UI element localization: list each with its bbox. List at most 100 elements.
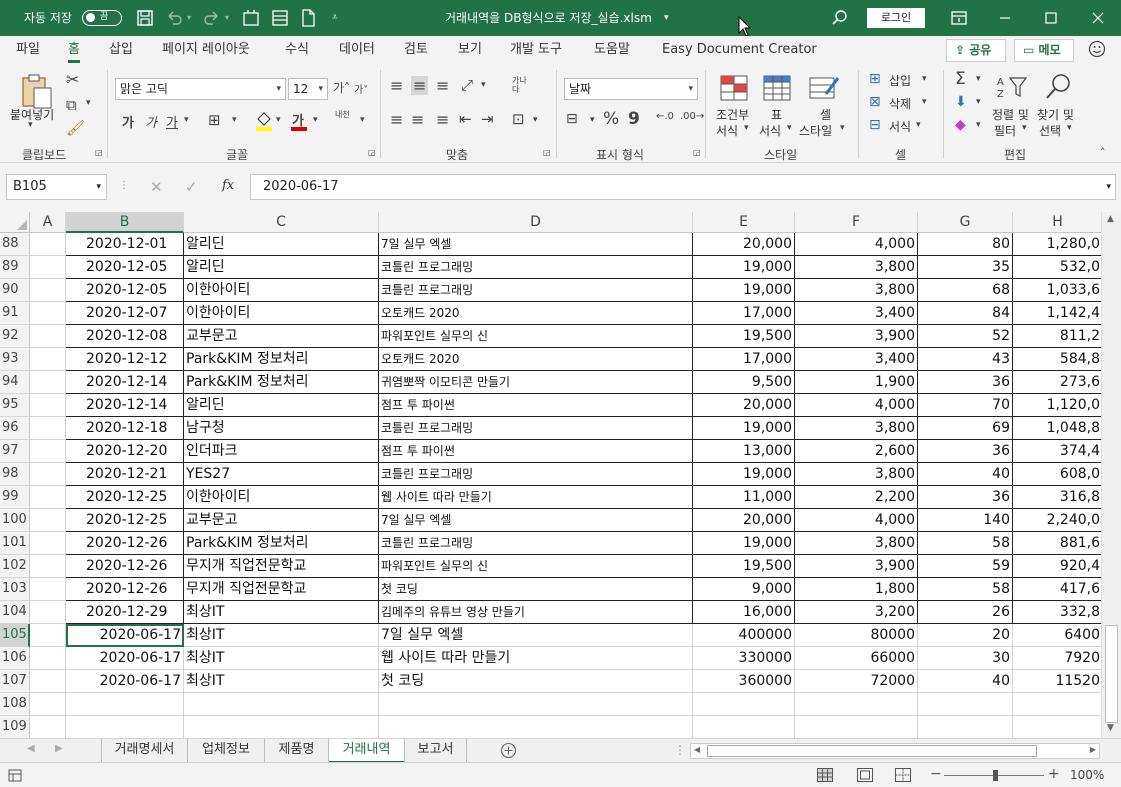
cell-b[interactable]: 2020-12-08 [66, 325, 184, 348]
cell-d[interactable]: 웹 사이트 따라 만들기 [379, 647, 693, 670]
cell-a[interactable] [30, 647, 66, 670]
expand-formula-icon[interactable]: ▾ [1106, 175, 1111, 199]
cell-h[interactable]: 417,6 [1013, 578, 1101, 601]
scroll-up-icon[interactable]: ▲ [1107, 214, 1114, 224]
sheet-tab-company-info[interactable]: 업체정보 [188, 739, 265, 763]
cell-e[interactable]: 400000 [693, 624, 795, 647]
tab-home[interactable]: 홈 [68, 36, 80, 64]
column-header-f[interactable]: F [795, 212, 918, 233]
cell-g[interactable]: 140 [918, 509, 1013, 532]
copy-icon[interactable]: ⧉ [66, 96, 77, 114]
fill-dropdown-icon[interactable]: ▾ [976, 97, 981, 107]
cell-a[interactable] [30, 417, 66, 440]
cell-a[interactable] [30, 555, 66, 578]
undo-dropdown-icon[interactable]: ▾ [187, 0, 191, 36]
sort-filter-label-2[interactable]: 필터 [994, 122, 1016, 139]
cell-e[interactable]: 19,000 [693, 417, 795, 440]
column-header-d[interactable]: D [379, 212, 693, 233]
cell-b[interactable]: 2020-06-17 [66, 670, 184, 693]
sheet-tab-invoice[interactable]: 거래명세서 [101, 739, 188, 763]
cell-d[interactable]: 김메주의 유튜브 영상 만들기 [379, 601, 693, 624]
decrease-decimal-icon[interactable]: .00→ [680, 111, 704, 122]
tab-insert[interactable]: 삽입 [109, 36, 133, 64]
row-header[interactable]: 100 [0, 509, 30, 532]
cell-f[interactable] [795, 716, 918, 738]
close-icon[interactable] [1088, 8, 1108, 28]
select-all-corner[interactable] [0, 212, 30, 233]
cell-h[interactable]: 2,240,0 [1013, 509, 1101, 532]
scroll-down-icon[interactable]: ▼ [1107, 723, 1114, 733]
underline-dropdown-icon[interactable]: ▾ [184, 115, 189, 125]
cell-a[interactable] [30, 601, 66, 624]
cell-c[interactable]: 최상IT [184, 647, 379, 670]
align-right-icon[interactable]: ≡ [436, 110, 449, 129]
cell-styles-icon[interactable] [808, 74, 840, 102]
cell-a[interactable] [30, 325, 66, 348]
cell-h[interactable]: 1,048,8 [1013, 417, 1101, 440]
cell-e[interactable] [693, 716, 795, 738]
cell-a[interactable] [30, 233, 66, 256]
cell-c[interactable]: 교부문고 [184, 509, 379, 532]
row-header[interactable]: 95 [0, 394, 30, 417]
cell-h[interactable]: 1,280,0 [1013, 233, 1101, 256]
cell-h[interactable]: 6400 [1013, 624, 1101, 647]
cell-e[interactable]: 20,000 [693, 233, 795, 256]
row-header[interactable]: 105 [0, 624, 30, 647]
cell-b[interactable]: 2020-12-29 [66, 601, 184, 624]
paste-dropdown-icon[interactable]: ▾ [28, 120, 33, 130]
cell-h[interactable]: 532,0 [1013, 256, 1101, 279]
insert-cells-label[interactable]: 삽입 [889, 72, 911, 89]
login-button[interactable]: 로그인 [867, 8, 925, 28]
row-header[interactable]: 94 [0, 371, 30, 394]
cell-d[interactable]: 오토캐드 2020 [379, 302, 693, 325]
tab-formulas[interactable]: 수식 [285, 36, 309, 64]
merge-dropdown-icon[interactable]: ▾ [533, 115, 538, 125]
zoom-out-icon[interactable]: − [930, 766, 942, 782]
row-header[interactable]: 89 [0, 256, 30, 279]
cell-e[interactable]: 11,000 [693, 486, 795, 509]
cell-a[interactable] [30, 716, 66, 738]
cell-d[interactable]: 첫 코딩 [379, 578, 693, 601]
cell-d[interactable]: 7일 실무 엑셀 [379, 233, 693, 256]
column-header-a[interactable]: A [30, 212, 66, 233]
cell-h[interactable]: 1,120,0 [1013, 394, 1101, 417]
cell-d[interactable]: 코틀린 프로그래밍 [379, 279, 693, 302]
sheet-tab-report[interactable]: 보고서 [405, 739, 467, 763]
cell-a[interactable] [30, 279, 66, 302]
align-center-icon[interactable]: ≡ [411, 110, 424, 129]
cell-c[interactable] [184, 716, 379, 738]
cell-e[interactable]: 330000 [693, 647, 795, 670]
fill-color-icon[interactable] [255, 110, 273, 132]
comments-button[interactable]: ▭ 메모 [1014, 39, 1074, 62]
cancel-icon[interactable]: ✕ [150, 178, 163, 196]
tab-easy-document-creator[interactable]: Easy Document Creator [662, 36, 817, 64]
cell-f[interactable]: 72000 [795, 670, 918, 693]
row-header[interactable]: 106 [0, 647, 30, 670]
vertical-scroll-thumb[interactable] [1105, 625, 1118, 723]
cell-h[interactable]: 7920 [1013, 647, 1101, 670]
align-middle-icon[interactable]: ≡ [411, 76, 429, 95]
cell-a[interactable] [30, 463, 66, 486]
cell-a[interactable] [30, 256, 66, 279]
cell-g[interactable]: 26 [918, 601, 1013, 624]
cell-h[interactable]: 881,6 [1013, 532, 1101, 555]
format-painter-icon[interactable]: 🖌 [66, 119, 85, 137]
column-header-c[interactable]: C [184, 212, 379, 233]
cell-e[interactable]: 9,000 [693, 578, 795, 601]
merge-center-icon[interactable]: ⊡ [512, 110, 525, 128]
cell-g[interactable] [918, 716, 1013, 738]
cell-c[interactable]: 남구청 [184, 417, 379, 440]
row-header[interactable]: 107 [0, 670, 30, 693]
cell-d[interactable] [379, 693, 693, 716]
cell-f[interactable]: 1,900 [795, 371, 918, 394]
title-dropdown-icon[interactable]: ▾ [664, 0, 669, 36]
search-icon[interactable] [830, 8, 850, 28]
cell-g[interactable]: 68 [918, 279, 1013, 302]
cell-g[interactable]: 80 [918, 233, 1013, 256]
format-as-table-icon[interactable] [762, 74, 792, 102]
cell-e[interactable]: 19,000 [693, 532, 795, 555]
autosave-toggle[interactable]: 끔 [82, 10, 122, 26]
cell-b[interactable]: 2020-12-12 [66, 348, 184, 371]
cell-b[interactable]: 2020-12-07 [66, 302, 184, 325]
scroll-left-icon[interactable]: ◀ [694, 745, 700, 754]
